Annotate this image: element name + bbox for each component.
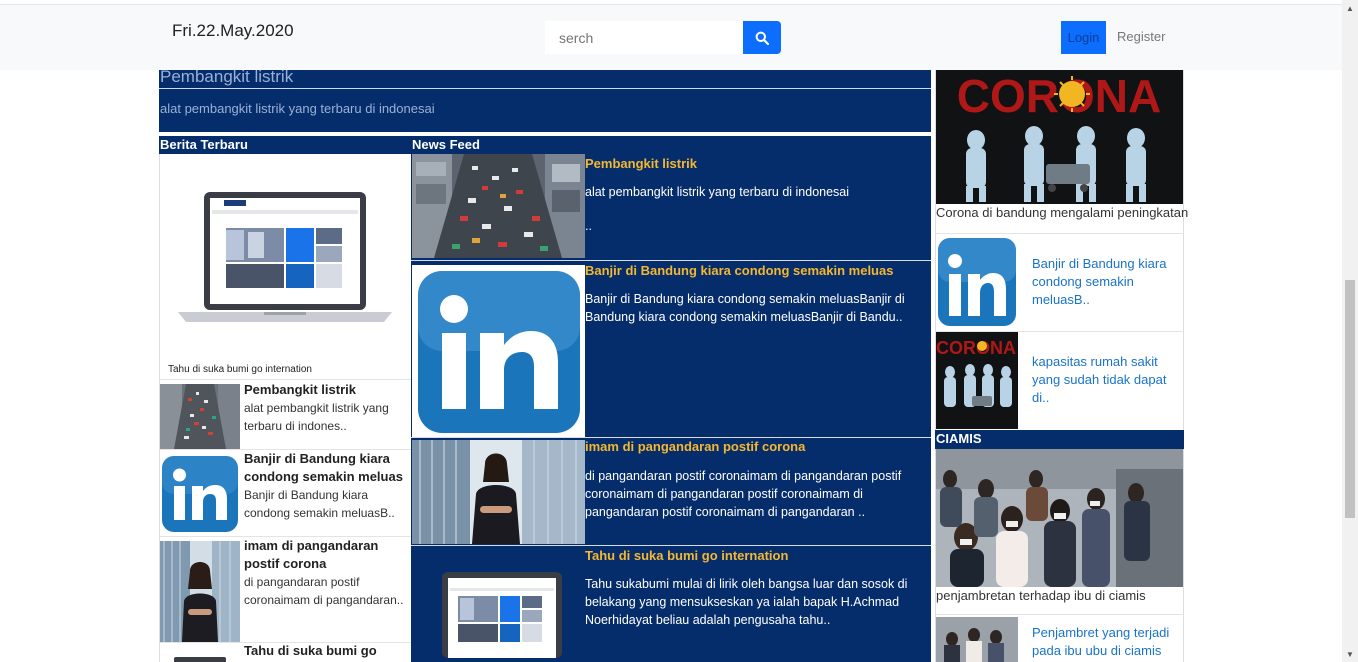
hero-banner[interactable]: Pembangkit listrik alat pembangkit listr…	[159, 67, 931, 132]
list-item-desc: Banjir di Bandung kiara condong semakin …	[244, 488, 395, 520]
traffic-street-thumbnail[interactable]	[160, 384, 240, 449]
featured-laptop-image[interactable]	[178, 188, 392, 328]
scrollbar-thumb[interactable]	[1345, 280, 1355, 518]
feed-item[interactable]: imam di pangandaran postif corona di pan…	[411, 437, 931, 545]
svg-text:CORONA: CORONA	[936, 338, 1016, 358]
sidebar-link[interactable]: Banjir di Bandung kiara condong semakin …	[1032, 255, 1177, 309]
news-feed-header: News Feed	[412, 137, 480, 152]
feed-item-desc: alat pembangkit listrik yang terbaru di …	[585, 185, 850, 199]
laptop-thumbnail[interactable]	[160, 655, 240, 662]
feed-item-desc: Tahu sukabumi mulai di lirik oleh bangsa…	[585, 577, 908, 627]
search-icon	[755, 31, 769, 45]
laptop-image[interactable]	[412, 562, 585, 662]
divider	[935, 614, 1184, 615]
latest-news-header: Berita Terbaru	[159, 136, 411, 154]
list-item[interactable]: imam di pangandaran postif corona di pan…	[159, 536, 411, 642]
list-item[interactable]: Tahu di suka bumi go	[159, 642, 411, 662]
hero-divider	[159, 88, 931, 89]
feed-item-title[interactable]: Tahu di suka bumi go internation	[585, 548, 788, 563]
businesswoman-thumbnail[interactable]	[160, 541, 240, 642]
list-item-title[interactable]: imam di pangandaran postif corona	[244, 537, 409, 573]
feed-item-title[interactable]: imam di pangandaran postif corona	[585, 439, 805, 454]
list-item[interactable]: Pembangkit listrik alat pembangkit listr…	[159, 379, 411, 449]
feed-item[interactable]: Banjir di Bandung kiara condong semakin …	[411, 260, 931, 437]
list-item-title[interactable]: Tahu di suka bumi go	[244, 642, 409, 660]
feed-item-title[interactable]: Pembangkit listrik	[585, 156, 697, 171]
divider	[935, 233, 1184, 234]
search-input[interactable]	[545, 21, 743, 54]
hero-title[interactable]: Pembangkit listrik	[160, 67, 293, 87]
feed-item-desc: di pangandaran postif coronaimam di pang…	[585, 469, 902, 519]
list-item-desc: alat pembangkit listrik yang terbaru di …	[244, 401, 389, 433]
feed-item-title[interactable]: Banjir di Bandung kiara condong semakin …	[585, 263, 893, 278]
scroll-up-arrow-icon[interactable]: ▲	[1346, 4, 1354, 13]
sidebar-link[interactable]: Penjambret yang terjadi pada ibu ubu di …	[1032, 624, 1177, 660]
crowd-small-thumbnail[interactable]	[936, 617, 1018, 662]
scroll-down-arrow-icon[interactable]: ▼	[1346, 650, 1354, 659]
list-item-desc: di pangandaran postif coronaimam di pang…	[244, 575, 404, 607]
crowd-masks-image[interactable]	[936, 449, 1183, 587]
current-date: Fri.22.May.2020	[172, 21, 294, 40]
linkedin-logo-thumbnail[interactable]	[160, 454, 240, 534]
feed-item-desc: Banjir di Bandung kiara condong semakin …	[585, 292, 905, 324]
businesswoman-image[interactable]	[412, 440, 585, 544]
linkedin-logo-image[interactable]	[412, 265, 585, 437]
login-button[interactable]: Login	[1061, 21, 1106, 54]
feed-item[interactable]: Pembangkit listrik alat pembangkit listr…	[411, 154, 931, 260]
register-link[interactable]: Register	[1117, 29, 1165, 44]
feed-item[interactable]: Tahu di suka bumi go internation Tahu su…	[411, 545, 931, 662]
top-navbar: Fri.22.May.2020 Login Register	[0, 4, 1342, 70]
list-item-title[interactable]: Banjir di Bandung kiara condong semakin …	[244, 450, 409, 486]
corona-small-thumbnail[interactable]: CORONA	[936, 332, 1018, 429]
corona-banner-image[interactable]: CORONA	[936, 70, 1183, 204]
search-button[interactable]	[743, 21, 781, 54]
hero-description: alat pembangkit listrik yang terbaru di …	[160, 101, 435, 116]
corona-caption[interactable]: Corona di bandung mengalami peningkatan	[936, 205, 1188, 220]
ciamis-caption[interactable]: penjambretan terhadap ibu di ciamis	[936, 588, 1146, 603]
list-item[interactable]: Banjir di Bandung kiara condong semakin …	[159, 449, 411, 536]
sidebar-link[interactable]: kapasitas rumah sakit yang sudah tidak d…	[1032, 353, 1177, 407]
traffic-aerial-image[interactable]	[412, 154, 585, 258]
feed-item-ellipsis: ..	[585, 219, 592, 233]
linkedin-small-thumbnail[interactable]	[937, 236, 1017, 328]
featured-caption[interactable]: Tahu di suka bumi go internation	[168, 364, 312, 375]
ciamis-header: CIAMIS	[935, 430, 1184, 449]
corona-banner-text: CORONA	[957, 70, 1161, 122]
list-item-title[interactable]: Pembangkit listrik	[244, 381, 409, 399]
